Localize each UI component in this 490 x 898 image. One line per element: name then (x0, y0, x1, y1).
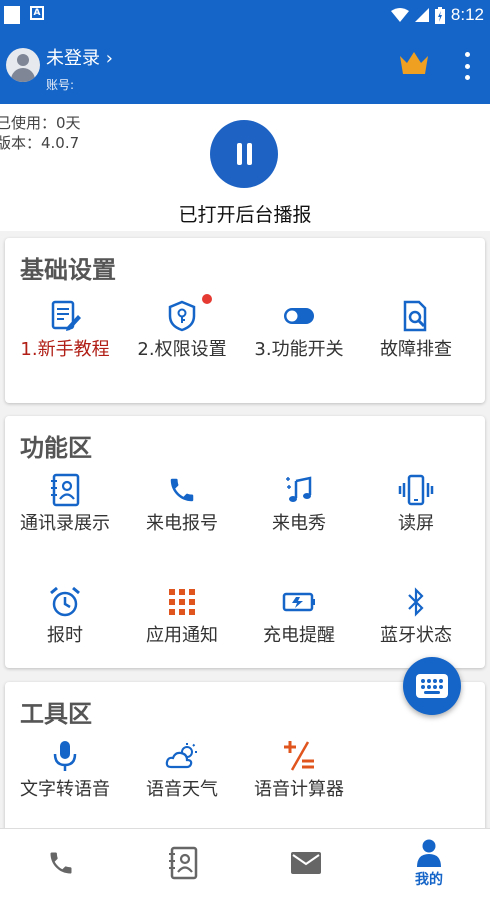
time-announce-button[interactable]: 报时 (10, 584, 120, 647)
contacts-display-button[interactable]: 通讯录展示 (10, 472, 120, 535)
alarm-clock-icon (50, 586, 80, 617)
screen-reader-button[interactable]: 读屏 (361, 472, 471, 535)
phone-icon (50, 852, 72, 874)
tutorial-icon (51, 300, 81, 331)
contacts-icon (51, 473, 80, 507)
contacts-icon (169, 846, 198, 880)
permission-shield-icon (168, 300, 196, 332)
permission-settings-button[interactable]: 2.权限设置 (127, 294, 237, 361)
text-to-speech-button[interactable]: 文字转语音 (10, 738, 120, 801)
item-label: 来电秀 (272, 513, 326, 534)
phone-icon (170, 478, 194, 502)
version-label: 版本：4.0.7 (0, 134, 80, 152)
weather-icon (165, 743, 197, 769)
signal-icon (414, 8, 429, 22)
phone-vibrate-icon (398, 474, 434, 506)
voice-calculator-button[interactable]: 语音计算器 (244, 738, 354, 801)
mail-icon (291, 852, 321, 874)
voice-weather-button[interactable]: 语音天气 (127, 738, 237, 801)
toggle-icon (284, 308, 314, 324)
keyboard-fab-button[interactable] (403, 657, 461, 715)
item-label: 文字转语音 (20, 779, 110, 800)
bottom-navigation: 我的 (0, 828, 490, 898)
calculator-icon (284, 741, 314, 771)
basic-settings-card: 基础设置 1.新手教程 2.权限设置 3.功能开关 故障排查 (5, 238, 485, 403)
status-area: 已使用：0天 版本：4.0.7 已打开后台播报 (0, 104, 490, 231)
item-label: 1.新手教程 (20, 339, 110, 360)
bluetooth-icon (408, 587, 424, 617)
item-label: 来电报号 (146, 513, 218, 534)
notification-icon (4, 6, 20, 24)
item-label: 2.权限设置 (137, 339, 227, 360)
item-label: 应用通知 (146, 625, 218, 646)
nav-phone[interactable] (0, 829, 122, 898)
status-bar: A 8:12 (0, 0, 490, 30)
item-label: 报时 (47, 625, 83, 646)
item-label: 读屏 (398, 513, 434, 534)
account-label: 账号: (46, 78, 75, 92)
bluetooth-status-button[interactable]: 蓝牙状态 (361, 584, 471, 647)
keyboard-icon (416, 674, 448, 698)
app-header: 未登录 › 账号: (0, 30, 490, 104)
troubleshoot-button[interactable]: 故障排查 (361, 298, 471, 361)
feature-switch-button[interactable]: 3.功能开关 (244, 298, 354, 361)
caller-show-button[interactable]: 来电秀 (244, 472, 354, 535)
caller-announce-button[interactable]: 来电报号 (127, 472, 237, 535)
avatar[interactable] (6, 48, 40, 82)
item-label: 通讯录展示 (20, 513, 110, 534)
person-icon (417, 839, 441, 867)
wifi-icon (390, 8, 409, 22)
nav-label: 我的 (415, 872, 443, 888)
tutorial-button[interactable]: 1.新手教程 (10, 298, 120, 361)
nav-messages[interactable] (245, 829, 367, 898)
item-label: 蓝牙状态 (380, 625, 452, 646)
item-label: 充电提醒 (263, 625, 335, 646)
item-label: 语音计算器 (254, 779, 344, 800)
battery-charging-icon (282, 592, 315, 612)
broadcast-status: 已打开后台播报 (178, 204, 312, 226)
microphone-icon (53, 741, 77, 771)
item-label: 语音天气 (146, 779, 218, 800)
pause-button[interactable] (210, 120, 278, 188)
status-time: 8:12 (450, 5, 484, 24)
item-label: 故障排查 (380, 339, 452, 360)
feature-area-card: 功能区 通讯录展示 来电报号 来电秀 读屏 报时 应用通知 充电提醒 蓝牙状态 (5, 416, 485, 668)
used-days: 已使用：0天 (0, 114, 81, 132)
section-title: 基础设置 (20, 256, 116, 284)
music-icon (286, 476, 312, 502)
section-title: 功能区 (20, 434, 92, 462)
item-label: 3.功能开关 (254, 339, 344, 360)
login-link[interactable]: 未登录 › (46, 44, 113, 70)
battery-icon (434, 6, 445, 24)
troubleshoot-icon (403, 300, 427, 332)
section-title: 工具区 (20, 700, 92, 728)
app-notification-button[interactable]: 应用通知 (127, 584, 237, 647)
notification-dot (202, 294, 212, 304)
app-notification-icon: A (30, 6, 44, 20)
crown-icon[interactable] (398, 50, 430, 76)
pause-icon (236, 143, 242, 165)
apps-grid-icon (169, 589, 195, 615)
nav-contacts[interactable] (122, 829, 244, 898)
nav-mine[interactable]: 我的 (368, 829, 490, 898)
charge-reminder-button[interactable]: 充电提醒 (244, 584, 354, 647)
more-vert-icon[interactable] (462, 52, 472, 80)
